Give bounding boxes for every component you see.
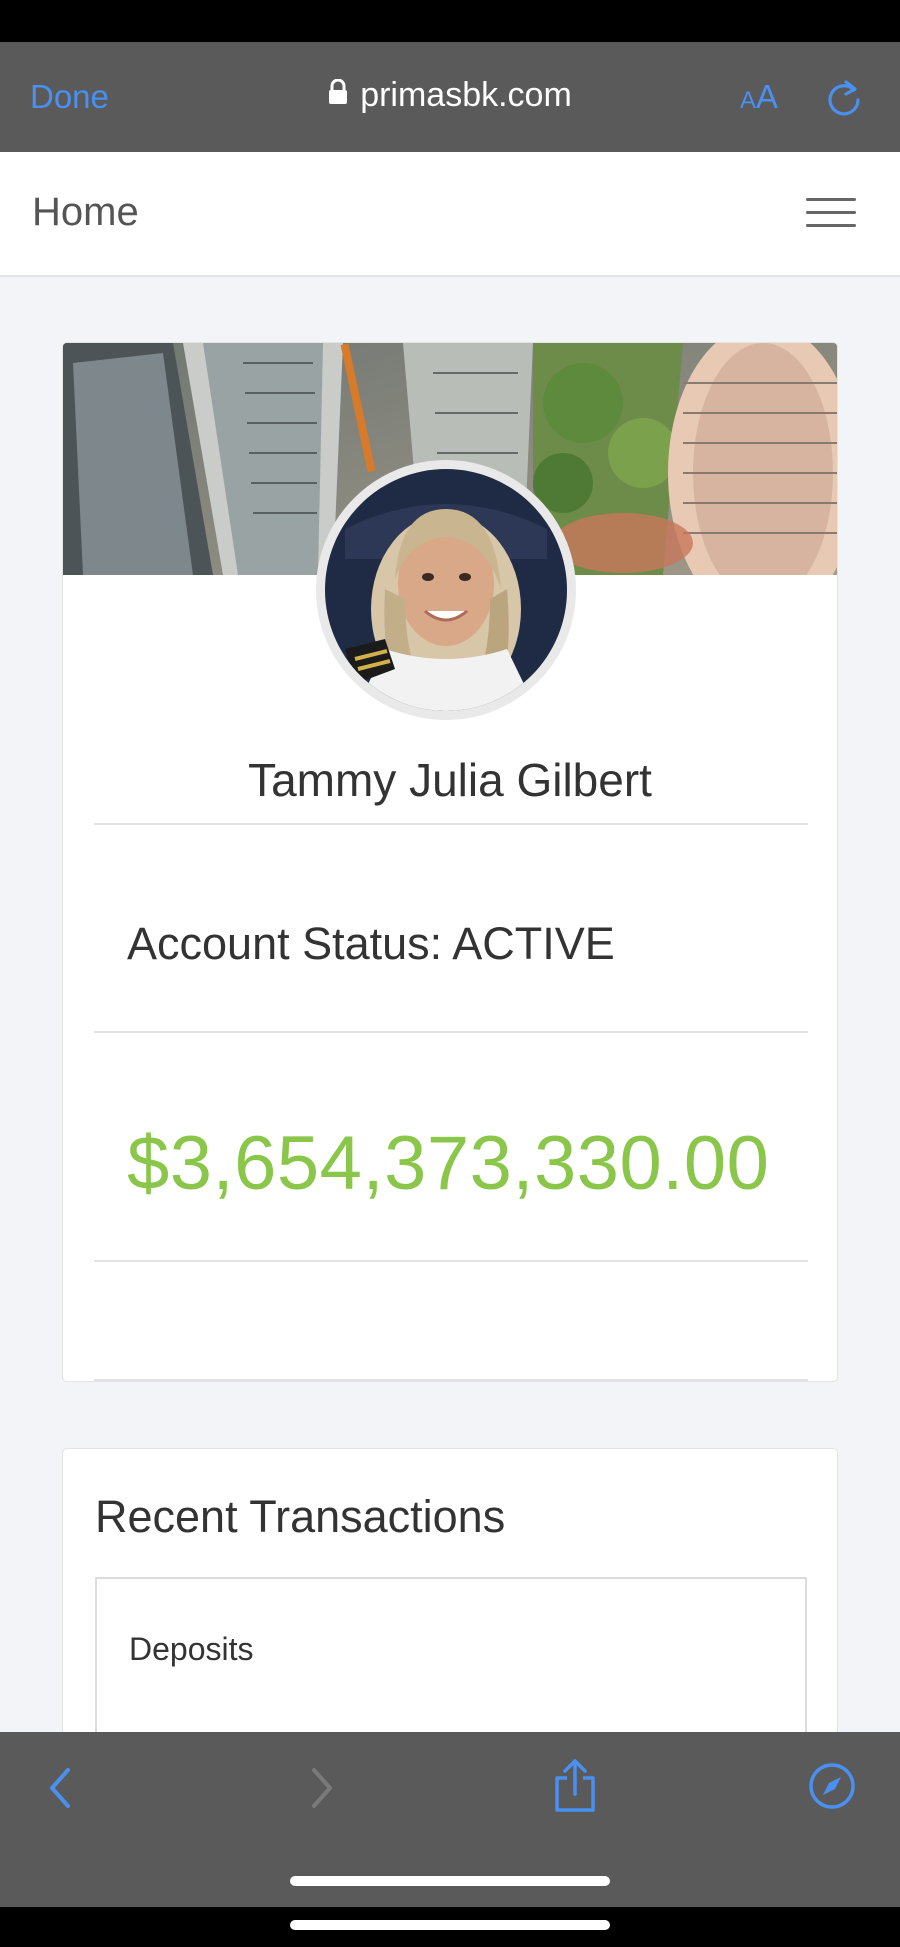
site-header: Home	[0, 152, 900, 277]
profile-card: Tammy Julia Gilbert Account Status: ACTI…	[62, 342, 838, 1382]
divider	[94, 1031, 808, 1033]
divider	[94, 1260, 808, 1262]
status-bar	[0, 0, 900, 42]
text-size-large-glyph: A	[756, 78, 779, 115]
forward-icon[interactable]	[306, 1764, 336, 1817]
home-indicator	[290, 1920, 610, 1930]
home-indicator	[290, 1876, 610, 1886]
recent-transactions-title: Recent Transactions	[95, 1491, 506, 1542]
text-size-small-glyph: A	[740, 87, 757, 114]
hamburger-menu-icon[interactable]	[806, 198, 856, 228]
deposits-panel: Deposits	[95, 1577, 807, 1732]
recent-transactions-card: Recent Transactions Deposits	[62, 1448, 838, 1732]
account-status: Account Status: ACTIVE	[127, 918, 615, 969]
text-size-button[interactable]: AA	[740, 78, 778, 116]
share-icon[interactable]	[551, 1758, 599, 1819]
back-icon[interactable]	[44, 1764, 74, 1817]
deposits-label: Deposits	[129, 1631, 254, 1667]
reload-icon[interactable]	[825, 78, 863, 123]
web-page: Home Tammy Julia Gilbert Account Status:…	[0, 152, 900, 1732]
url-text: primasbk.com	[360, 76, 572, 114]
safari-compass-icon[interactable]	[808, 1762, 856, 1815]
account-holder-name: Tammy Julia Gilbert	[248, 754, 652, 806]
divider	[94, 1379, 808, 1381]
lock-icon	[328, 75, 348, 114]
account-balance: $3,654,373,330.00	[127, 1121, 770, 1206]
divider	[94, 823, 808, 825]
page-title[interactable]: Home	[32, 190, 139, 235]
profile-avatar	[316, 460, 576, 720]
browser-toolbar: Done primasbk.com AA	[0, 42, 900, 152]
